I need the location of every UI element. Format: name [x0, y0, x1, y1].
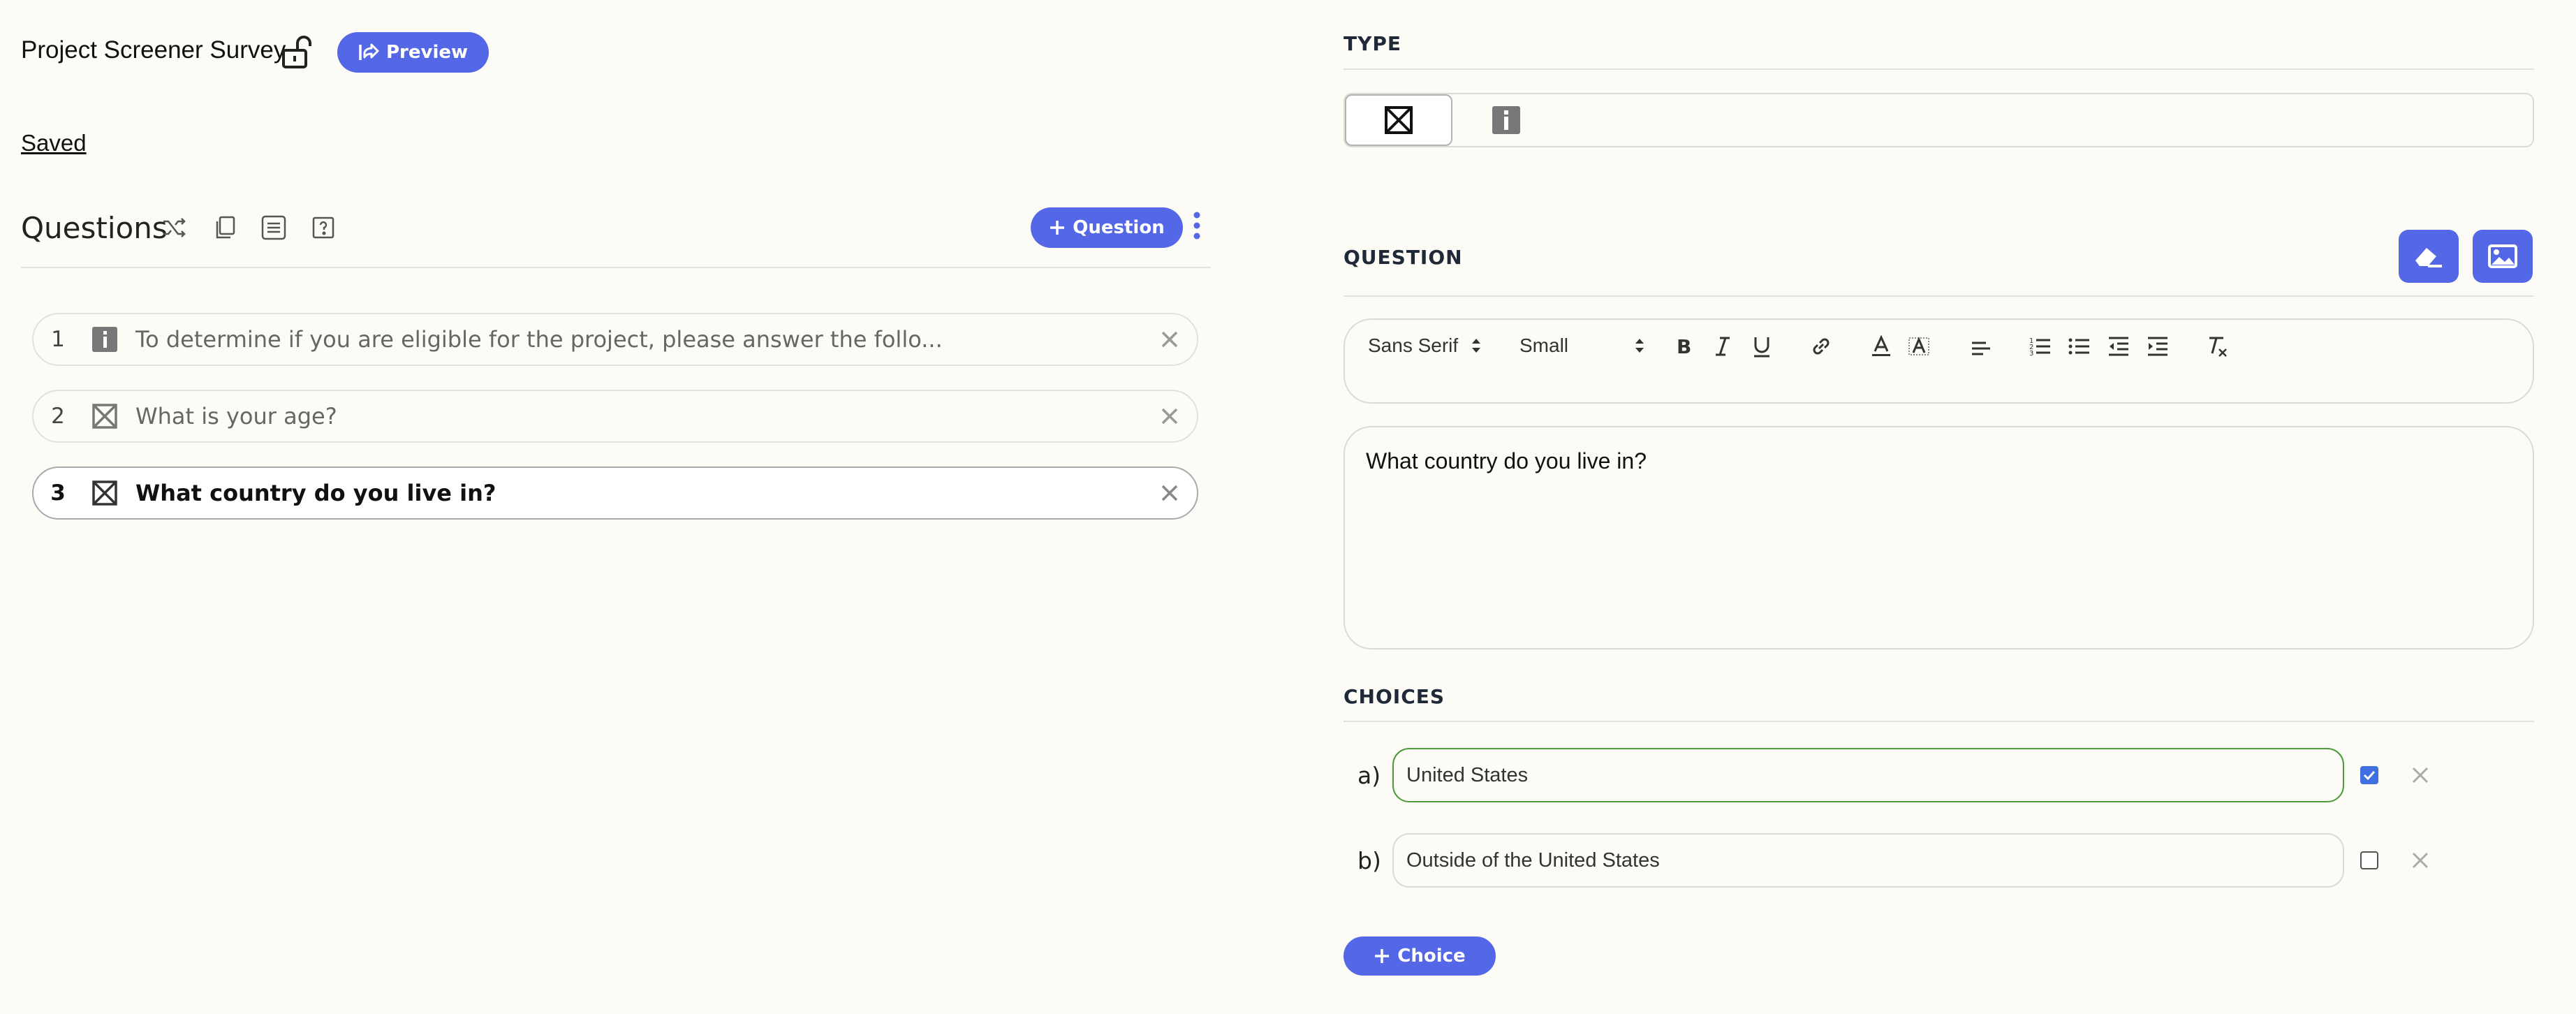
plus-icon: [1374, 948, 1390, 964]
link-icon[interactable]: [1809, 334, 1834, 359]
question-number: 2: [51, 404, 65, 429]
multiple-choice-icon: [91, 402, 119, 430]
add-question-button[interactable]: Question: [1031, 207, 1183, 248]
preview-button[interactable]: Preview: [337, 32, 489, 73]
sort-arrows-icon: [1634, 337, 1645, 354]
divider: [1344, 68, 2534, 70]
ordered-list-icon[interactable]: 123: [2028, 334, 2053, 359]
multiple-choice-icon: [1383, 105, 1414, 135]
size-select[interactable]: Small: [1519, 335, 1645, 357]
add-question-label: Question: [1073, 217, 1165, 238]
survey-title: Project Screener Survey: [21, 36, 286, 64]
choice-input[interactable]: Outside of the United States: [1392, 833, 2344, 888]
outdent-icon[interactable]: [2106, 334, 2131, 359]
align-icon[interactable]: [1968, 334, 1994, 359]
sort-arrows-icon: [1471, 337, 1482, 354]
delete-choice-icon[interactable]: [2410, 765, 2431, 786]
copy-icon[interactable]: [212, 214, 239, 241]
correct-answer-checkbox[interactable]: [2360, 851, 2378, 869]
question-text: What is your age?: [135, 403, 337, 429]
choice-input-value: Outside of the United States: [1406, 848, 1660, 872]
correct-answer-checkbox[interactable]: [2360, 766, 2378, 784]
multiple-choice-icon: [91, 479, 119, 507]
clear-button[interactable]: [2399, 230, 2459, 283]
question-row[interactable]: 2 What is your age?: [32, 390, 1198, 443]
question-text: What country do you live in?: [135, 480, 496, 506]
font-color-icon[interactable]: [1869, 334, 1894, 359]
size-select-value: Small: [1519, 335, 1569, 356]
clear-format-icon[interactable]: [2205, 334, 2230, 359]
choice-input-value: United States: [1406, 763, 1529, 786]
delete-question-icon[interactable]: [1158, 328, 1182, 351]
question-number: 3: [50, 480, 66, 506]
unlock-icon[interactable]: [281, 35, 314, 70]
question-row[interactable]: 1 To determine if you are eligible for t…: [32, 313, 1198, 366]
font-select-value: Sans Serif: [1368, 335, 1459, 356]
bold-icon[interactable]: B: [1671, 334, 1696, 359]
question-text: To determine if you are eligible for the…: [135, 326, 943, 353]
add-choice-label: Choice: [1397, 946, 1466, 967]
eraser-icon: [2413, 244, 2445, 269]
image-icon: [2487, 244, 2518, 269]
question-label: QUESTION: [1344, 246, 1463, 269]
preview-icon: [358, 43, 379, 61]
delete-question-icon[interactable]: [1158, 404, 1182, 428]
choices-label: CHOICES: [1344, 685, 1445, 708]
info-icon: [91, 325, 119, 353]
bullet-list-icon[interactable]: [2067, 334, 2092, 359]
delete-question-icon[interactable]: [1158, 481, 1182, 505]
svg-text:3: 3: [2029, 350, 2033, 358]
svg-text:B: B: [1677, 335, 1691, 358]
type-option-multiple-choice[interactable]: [1345, 94, 1452, 146]
more-options-icon[interactable]: [1191, 208, 1202, 243]
choice-input[interactable]: United States: [1392, 748, 2344, 802]
type-label: TYPE: [1344, 32, 1402, 55]
divider: [1344, 721, 2534, 722]
question-row-selected[interactable]: 3 What country do you live in?: [32, 466, 1198, 520]
indent-icon[interactable]: [2145, 334, 2170, 359]
plus-icon: [1049, 219, 1066, 236]
list-icon[interactable]: [260, 214, 287, 241]
add-choice-button[interactable]: Choice: [1344, 936, 1496, 976]
type-option-info[interactable]: [1487, 103, 1525, 137]
italic-icon[interactable]: [1710, 334, 1735, 359]
info-icon: [1491, 105, 1522, 135]
underline-icon[interactable]: [1749, 334, 1774, 359]
preview-label: Preview: [385, 42, 469, 63]
font-select[interactable]: Sans Serif: [1368, 335, 1482, 357]
divider: [1344, 295, 2534, 297]
choice-letter: a): [1357, 762, 1381, 789]
question-number: 1: [51, 327, 65, 352]
insert-image-button[interactable]: [2473, 230, 2533, 283]
save-status[interactable]: Saved: [21, 130, 87, 156]
delete-choice-icon[interactable]: [2410, 850, 2431, 871]
choice-letter: b): [1357, 847, 1381, 874]
questions-heading: Questions: [21, 211, 168, 245]
question-editor-text[interactable]: What country do you live in?: [1366, 448, 1647, 474]
help-icon[interactable]: [310, 214, 337, 241]
divider: [21, 267, 1211, 268]
shuffle-icon[interactable]: [161, 214, 188, 241]
highlight-icon[interactable]: [1906, 334, 1931, 359]
rich-text-toolbar: [1344, 318, 2534, 404]
